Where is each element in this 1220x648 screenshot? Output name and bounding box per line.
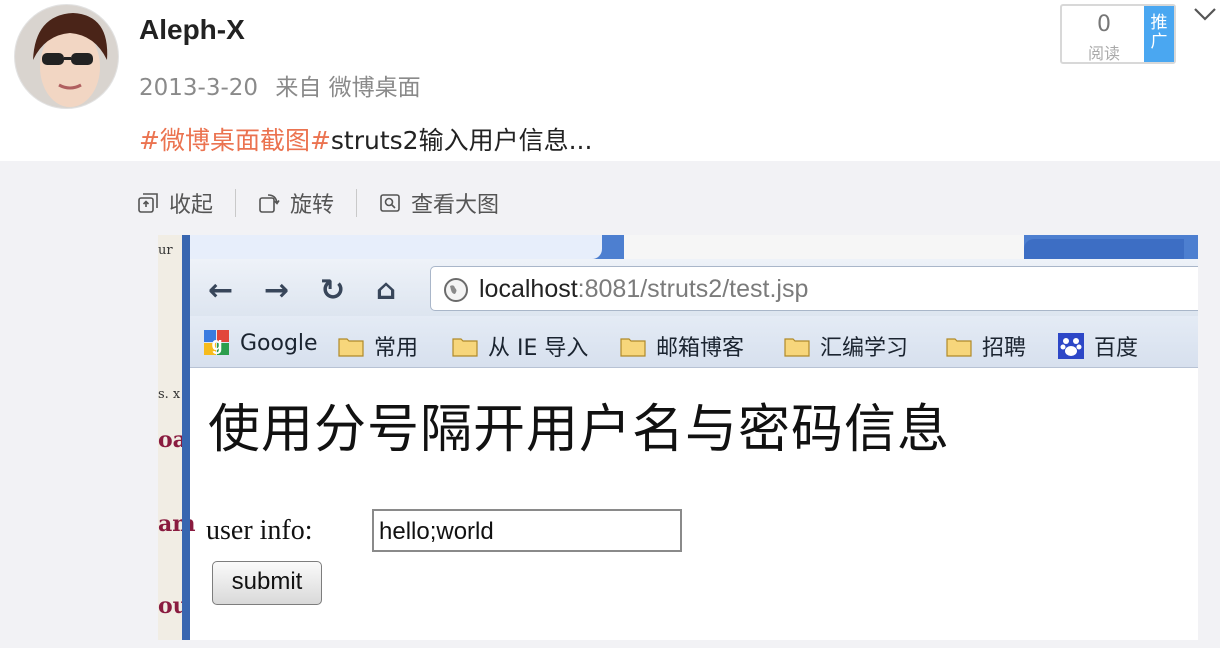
baidu-icon (1058, 333, 1084, 359)
collapse-button[interactable]: 收起 (137, 187, 213, 219)
collapse-icon (138, 193, 158, 213)
hashtag-link[interactable]: #微博桌面截图# (139, 126, 331, 155)
bookmark-label: 百度 (1094, 336, 1139, 361)
side-fragment: ur (158, 243, 173, 258)
post-text: #微博桌面截图#struts2输入用户信息... (139, 121, 592, 157)
bookmark-google[interactable]: g Google (204, 330, 318, 356)
side-fragment: s. x (158, 387, 181, 402)
view-large-icon (380, 194, 400, 212)
post-meta: 2013-3-20 来自 微博桌面 (139, 68, 421, 102)
submit-button[interactable]: submit (212, 561, 322, 605)
bookmark-label: 招聘 (982, 336, 1027, 361)
chevron-down-icon[interactable] (1193, 4, 1217, 24)
promote-button[interactable]: 推广 (1144, 6, 1174, 62)
post-body: struts2输入用户信息... (330, 126, 593, 155)
rotate-icon (259, 194, 280, 213)
author-name[interactable]: Aleph-X (139, 14, 245, 46)
folder-icon (452, 337, 478, 357)
post-source[interactable]: 来自 微博桌面 (275, 75, 420, 101)
user-info-input[interactable]: hello;world (372, 509, 682, 552)
url-path: :8081/struts2/test.jsp (577, 275, 809, 303)
bookmarks-bar: g Google 常用 从 IE 导入 邮箱博客 汇编学习 招聘 百度 (190, 316, 1198, 368)
address-bar[interactable]: localhost:8081/struts2/test.jsp (430, 266, 1198, 311)
collapse-label: 收起 (169, 193, 214, 218)
browser-tab[interactable] (624, 235, 1024, 259)
read-label: 阅读 (1087, 44, 1120, 63)
bookmark-folder[interactable]: 招聘 (946, 330, 1026, 362)
view-large-button[interactable]: 查看大图 (379, 187, 499, 219)
folder-icon (338, 337, 364, 357)
avatar[interactable] (14, 4, 119, 109)
bookmark-label: 汇编学习 (820, 336, 909, 361)
image-actions: 收起 旋转 查看大图 (137, 187, 499, 219)
bookmark-label: 从 IE 导入 (488, 336, 589, 361)
page-heading: 使用分号隔开用户名与密码信息 (208, 400, 951, 460)
view-large-label: 查看大图 (411, 193, 500, 218)
user-info-label: user info: (206, 515, 313, 546)
image-panel: 收起 旋转 查看大图 ur s. x oa am ou ← → ↻ ⌂ loca… (0, 161, 1220, 648)
reload-icon[interactable]: ↻ (320, 273, 345, 308)
folder-icon (620, 337, 646, 357)
divider (235, 189, 237, 217)
bookmark-baidu[interactable]: 百度 (1058, 330, 1138, 362)
browser-tabbar (190, 235, 1198, 259)
folder-icon (946, 337, 972, 357)
rotate-label: 旋转 (290, 193, 335, 218)
svg-text:g: g (212, 334, 223, 354)
folder-icon (784, 337, 810, 357)
google-icon: g (204, 330, 229, 355)
rotate-button[interactable]: 旋转 (258, 187, 334, 219)
bookmark-label: 常用 (374, 336, 419, 361)
browser-tab[interactable] (190, 235, 602, 259)
browser-toolbar: ← → ↻ ⌂ localhost:8081/struts2/test.jsp (190, 259, 1198, 316)
globe-icon (444, 278, 468, 302)
read-count-box: 0 阅读 推广 (1060, 4, 1176, 64)
window-border (182, 235, 190, 640)
divider (356, 189, 358, 217)
url-text[interactable]: localhost:8081/struts2/test.jsp (479, 275, 808, 304)
screenshot-image[interactable]: ur s. x oa am ou ← → ↻ ⌂ localhost:8081/… (158, 235, 1198, 640)
bookmark-label: 邮箱博客 (656, 336, 745, 361)
back-icon[interactable]: ← (208, 273, 233, 308)
bookmark-folder[interactable]: 邮箱博客 (620, 330, 744, 362)
url-host: localhost (479, 275, 578, 303)
bookmark-folder[interactable]: 汇编学习 (784, 330, 908, 362)
post-date[interactable]: 2013-3-20 (139, 75, 258, 101)
read-count: 0 (1097, 12, 1111, 37)
background-window-strip: ur s. x oa am ou (158, 235, 196, 640)
home-icon[interactable]: ⌂ (376, 273, 396, 306)
bookmark-folder[interactable]: 常用 (338, 330, 418, 362)
forward-icon[interactable]: → (264, 273, 289, 308)
bookmark-folder[interactable]: 从 IE 导入 (452, 330, 588, 362)
browser-tab[interactable] (1024, 239, 1184, 259)
bookmark-label: Google (240, 330, 318, 356)
